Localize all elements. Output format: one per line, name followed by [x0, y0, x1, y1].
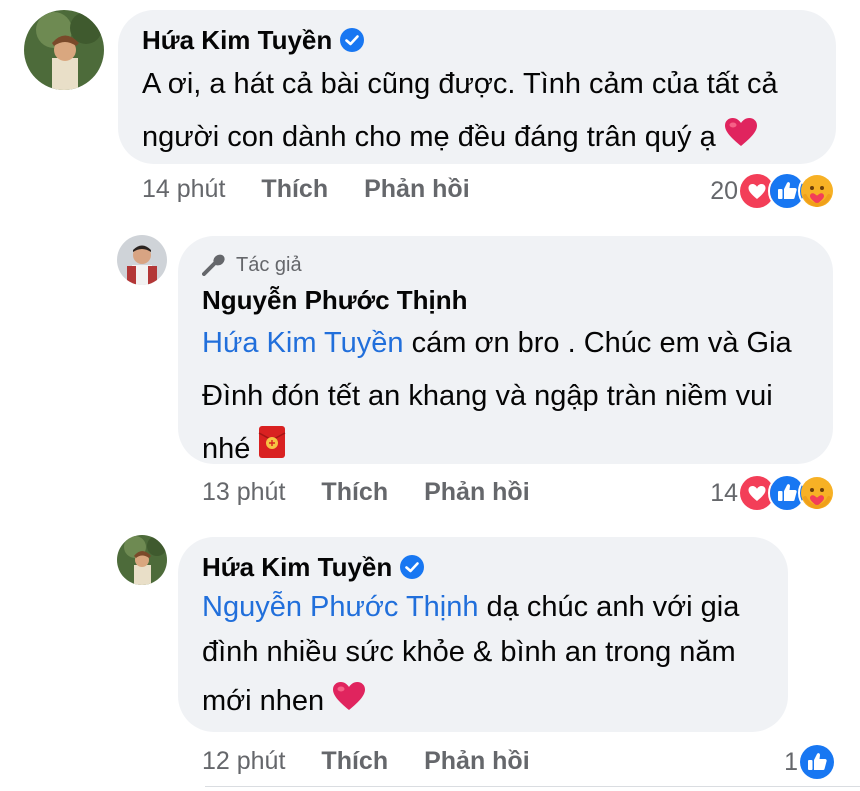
- author-tag-label: Tác giả: [236, 254, 302, 276]
- reaction-summary[interactable]: 1: [784, 743, 836, 781]
- mention-link[interactable]: Nguyễn Phước Thịnh: [202, 591, 479, 623]
- divider: [205, 786, 860, 787]
- like-button[interactable]: Thích: [321, 747, 388, 776]
- author-badge: Tác giả: [202, 252, 809, 278]
- red-envelope-icon: [258, 424, 286, 477]
- comment-time[interactable]: 14 phút: [142, 175, 225, 204]
- comment-text-line: nhé: [202, 423, 809, 477]
- reaction-count: 20: [710, 176, 738, 205]
- text-segment: người con dành cho mẹ đều đáng trân quý …: [142, 121, 716, 153]
- reaction-count: 14: [710, 478, 738, 507]
- avatar[interactable]: [117, 235, 167, 285]
- verified-badge-icon: [340, 28, 365, 52]
- comment-text-line: A ơi, a hát cả bài cũng được. Tình cảm c…: [142, 68, 778, 100]
- comment-bubble: Hứa Kim Tuyền Nguyễn Phước Thịnh dạ chúc…: [178, 537, 788, 732]
- comment-text: A ơi, a hát cả bài cũng được. Tình cảm c…: [142, 58, 812, 165]
- reply-button[interactable]: Phản hồi: [424, 747, 530, 776]
- care-reaction-icon: [798, 474, 836, 512]
- heart-emoji-icon: [724, 112, 758, 165]
- comment-text-line: mới nhen: [202, 675, 764, 729]
- mention-link[interactable]: Hứa Kim Tuyền: [202, 327, 404, 359]
- comment-text-line: đình nhiều sức khỏe & bình an trong năm: [202, 636, 736, 668]
- reaction-summary[interactable]: 20: [710, 172, 836, 210]
- like-button[interactable]: Thích: [261, 175, 328, 204]
- text-segment: dạ chúc anh với gia: [478, 591, 740, 623]
- comment-bubble: Hứa Kim Tuyền A ơi, a hát cả bài cũng đư…: [118, 10, 836, 164]
- comment-text-line: Hứa Kim Tuyền cám ơn bro . Chúc em và Gi…: [202, 317, 809, 370]
- text-segment: cám ơn bro . Chúc em và Gia: [403, 327, 792, 359]
- author-name[interactable]: Hứa Kim Tuyền: [142, 24, 332, 56]
- comment-text-line: Đình đón tết an khang và ngập tràn niềm …: [202, 380, 773, 412]
- like-button[interactable]: Thích: [321, 478, 388, 507]
- care-reaction-icon: [798, 172, 836, 210]
- comment-actions: 14 phút Thích Phản hồi: [142, 175, 506, 204]
- text-segment: mới nhen: [202, 685, 325, 717]
- comment-text-line: Nguyễn Phước Thịnh dạ chúc anh với gia: [202, 585, 764, 630]
- comment-text: Hứa Kim Tuyền cám ơn bro . Chúc em và Gi…: [202, 317, 809, 477]
- comment-author[interactable]: Hứa Kim Tuyền: [202, 551, 764, 583]
- author-name[interactable]: Nguyễn Phước Thịnh: [202, 284, 468, 316]
- comment-bubble: Tác giả Nguyễn Phước Thịnh Hứa Kim Tuyền…: [178, 236, 833, 465]
- comment-author[interactable]: Hứa Kim Tuyền: [142, 24, 812, 56]
- microphone-icon: [202, 254, 225, 276]
- avatar[interactable]: [24, 10, 104, 90]
- comment-text: Nguyễn Phước Thịnh dạ chúc anh với gia đ…: [202, 585, 764, 729]
- comment-text-line: người con dành cho mẹ đều đáng trân quý …: [142, 111, 812, 165]
- like-reaction-icon: [798, 743, 836, 781]
- comment-actions: 13 phút Thích Phản hồi: [202, 478, 566, 507]
- reaction-count: 1: [784, 747, 798, 776]
- reply-button[interactable]: Phản hồi: [364, 175, 470, 204]
- reply-button[interactable]: Phản hồi: [424, 478, 530, 507]
- comment-time[interactable]: 12 phút: [202, 747, 285, 776]
- reaction-summary[interactable]: 14: [710, 474, 836, 512]
- avatar[interactable]: [117, 535, 167, 585]
- heart-emoji-icon: [332, 676, 366, 729]
- author-name[interactable]: Hứa Kim Tuyền: [202, 551, 392, 583]
- text-segment: nhé: [202, 433, 251, 465]
- comment-author[interactable]: Nguyễn Phước Thịnh: [202, 284, 809, 316]
- comment-time[interactable]: 13 phút: [202, 478, 285, 507]
- verified-badge-icon: [400, 555, 425, 579]
- comment-actions: 12 phút Thích Phản hồi: [202, 747, 566, 776]
